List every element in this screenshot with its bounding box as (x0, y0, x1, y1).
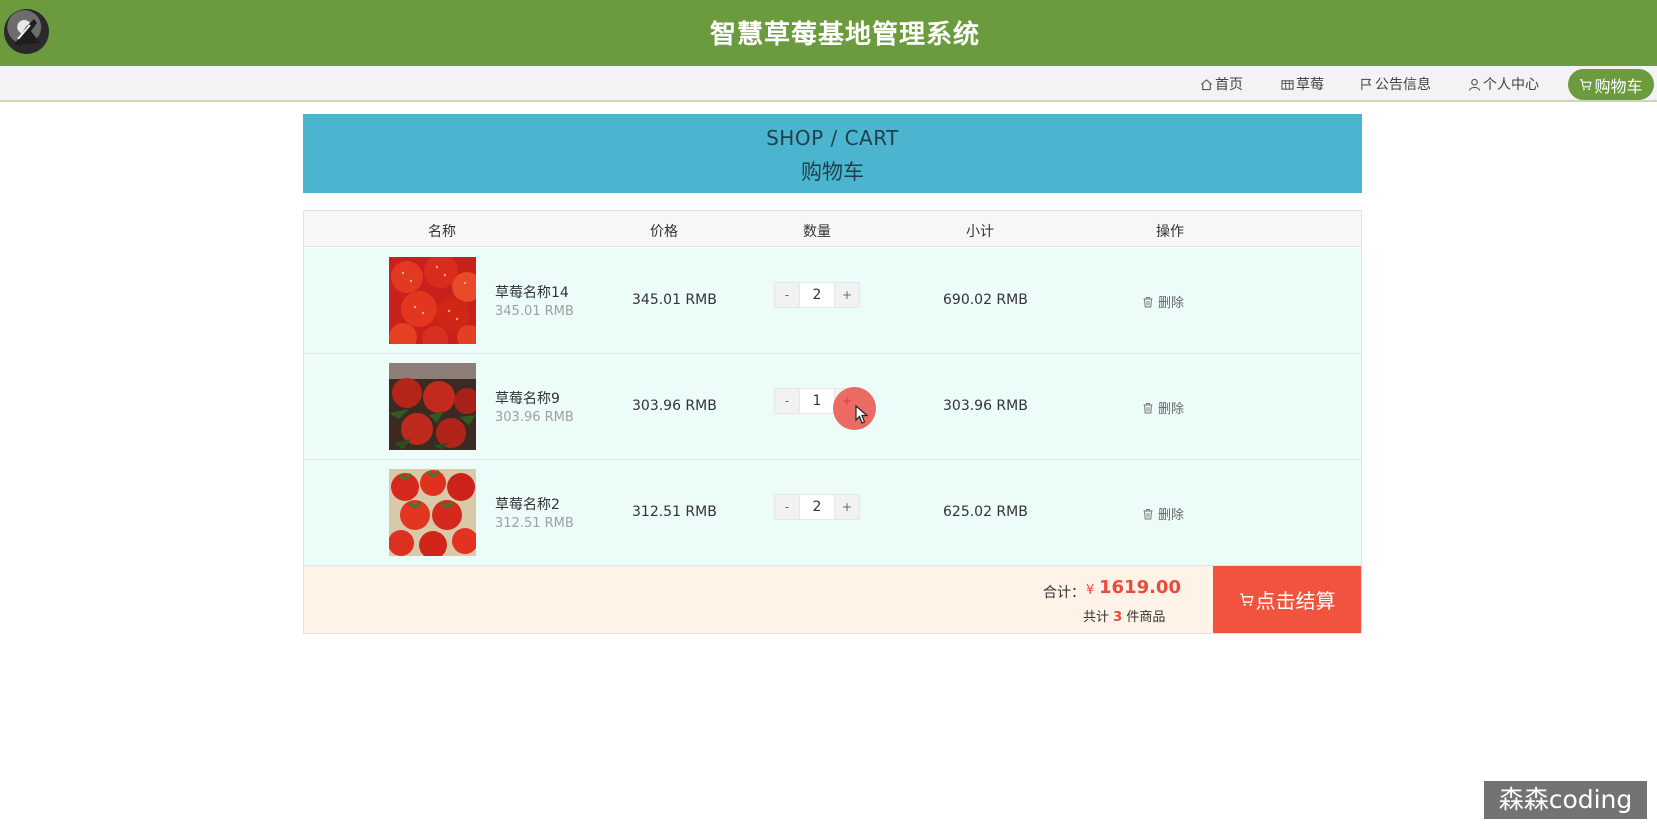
total-amount: 1619.00 (1099, 577, 1181, 598)
product-name[interactable]: 草莓名称14 (495, 282, 569, 302)
delete-label: 删除 (1158, 296, 1185, 311)
product-unit-price: 312.51 RMB (495, 516, 574, 531)
item-count: 共计 3 件商品 (1083, 606, 1165, 625)
nav-cart-label: 购物车 (1594, 76, 1643, 96)
checkout-button[interactable]: 点击结算 (1213, 566, 1361, 633)
banner-title-cn: 购物车 (801, 160, 864, 184)
header-actions: 操作 (1156, 224, 1184, 240)
product-unit-price: 345.01 RMB (495, 304, 574, 319)
trash-icon (1143, 402, 1153, 413)
count-prefix: 共计 (1083, 610, 1110, 625)
product-image[interactable] (389, 257, 476, 344)
header-subtotal: 小计 (966, 224, 994, 240)
cart-icon (1580, 79, 1593, 91)
increase-button[interactable]: + (834, 494, 860, 520)
cart-summary: 合计： ¥ 1619.00 共计 3 件商品 点击结算 (304, 566, 1361, 633)
cart-icon (1239, 593, 1254, 606)
price-cell: 312.51 RMB (632, 504, 717, 520)
product-unit-price: 303.96 RMB (495, 410, 574, 425)
subtotal-cell: 303.96 RMB (943, 398, 1028, 414)
table-header: 名称 价格 数量 小计 操作 (304, 211, 1361, 247)
delete-label: 删除 (1158, 402, 1185, 417)
header-name: 名称 (428, 224, 456, 240)
total-label: 合计： (1043, 585, 1085, 601)
top-bar: 智慧草莓基地管理系统 (0, 0, 1657, 66)
delete-button[interactable]: 删除 (1142, 292, 1184, 311)
nav-cart-button[interactable]: 购物车 (1568, 69, 1654, 100)
nav-notice-label: 公告信息 (1375, 77, 1431, 93)
delete-button[interactable]: 删除 (1142, 398, 1184, 417)
nav-home[interactable]: 首页 (1200, 74, 1243, 94)
quantity-input[interactable]: 2 (800, 494, 834, 520)
home-icon (1201, 78, 1212, 90)
price-cell: 303.96 RMB (632, 398, 717, 414)
quantity-stepper: - 2 + (774, 494, 862, 520)
cursor-arrow-icon (855, 405, 869, 424)
header-price: 价格 (650, 224, 678, 240)
nav-strawberry[interactable]: 草莓 (1281, 74, 1324, 94)
decrease-button[interactable]: - (774, 494, 800, 520)
quantity-input[interactable]: 1 (800, 388, 834, 414)
nav-profile-label: 个人中心 (1483, 77, 1539, 93)
header-quantity: 数量 (803, 224, 831, 240)
decrease-button[interactable]: - (774, 388, 800, 414)
price-cell: 345.01 RMB (632, 292, 717, 308)
product-image[interactable] (389, 363, 476, 450)
banner-title-en: SHOP / CART (766, 126, 899, 150)
site-title: 智慧草莓基地管理系统 (709, 20, 980, 50)
trash-icon (1143, 508, 1153, 519)
subtotal-cell: 625.02 RMB (943, 504, 1028, 520)
page-banner: SHOP / CART 购物车 (303, 114, 1362, 193)
nav-home-label: 首页 (1215, 77, 1243, 93)
delete-label: 删除 (1158, 508, 1185, 523)
nav-notice[interactable]: 公告信息 (1360, 74, 1431, 94)
grid-icon (1281, 79, 1294, 90)
total-currency: ¥ (1086, 583, 1095, 598)
table-row: 草莓名称14 345.01 RMB 345.01 RMB - 2 + 690.0… (304, 248, 1361, 354)
user-icon (1468, 78, 1481, 91)
count-suffix: 件商品 (1126, 610, 1166, 625)
nav-bar: 首页 草莓 公告信息 个人中心 购物车 (0, 66, 1657, 102)
watermark: 森森coding (1484, 781, 1647, 819)
count-number: 3 (1113, 610, 1123, 625)
product-name[interactable]: 草莓名称9 (495, 388, 560, 408)
quantity-input[interactable]: 2 (800, 282, 834, 308)
nav-profile[interactable]: 个人中心 (1468, 74, 1539, 94)
quantity-stepper: - 2 + (774, 282, 862, 308)
delete-button[interactable]: 删除 (1142, 504, 1184, 523)
cart-table: 名称 价格 数量 小计 操作 草莓名称14 345.01 RMB 345.01 … (303, 210, 1362, 634)
trash-icon (1143, 296, 1153, 307)
checkout-label: 点击结算 (1255, 589, 1336, 613)
table-row: 草莓名称2 312.51 RMB 312.51 RMB - 2 + 625.02… (304, 460, 1361, 566)
increase-button[interactable]: + (834, 282, 860, 308)
decrease-button[interactable]: - (774, 282, 800, 308)
flag-icon (1361, 78, 1372, 90)
subtotal-cell: 690.02 RMB (943, 292, 1028, 308)
product-name[interactable]: 草莓名称2 (495, 494, 560, 514)
product-image[interactable] (389, 469, 476, 556)
nav-strawberry-label: 草莓 (1296, 77, 1324, 93)
